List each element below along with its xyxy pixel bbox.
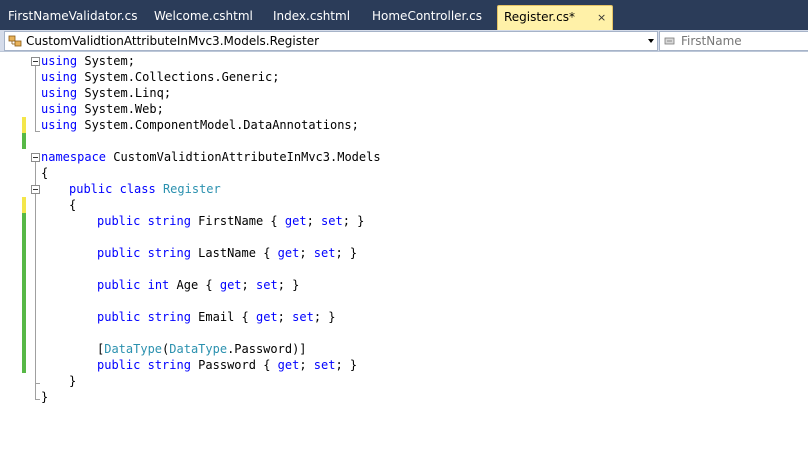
outline-guide bbox=[35, 131, 40, 132]
code-line: { bbox=[69, 198, 77, 212]
collapse-icon[interactable] bbox=[31, 185, 40, 194]
member-selector-value: FirstName bbox=[681, 34, 742, 48]
tab-register[interactable]: Register.cs* × bbox=[497, 5, 614, 30]
tab-label: Register.cs* bbox=[504, 10, 575, 24]
code-line: [DataType(DataType.Password)] bbox=[97, 342, 307, 356]
code-line: using System.ComponentModel.DataAnnotati… bbox=[41, 118, 359, 132]
code-line: using System; bbox=[41, 54, 135, 68]
close-icon[interactable]: × bbox=[597, 11, 606, 24]
code-line: public string LastName { get; set; } bbox=[97, 246, 358, 260]
outline-guide bbox=[35, 65, 36, 131]
tab-index[interactable]: Index.cshtml bbox=[267, 5, 356, 28]
code-line: { bbox=[41, 166, 49, 180]
type-selector-value: CustomValidtionAttributeInMvc3.Models.Re… bbox=[26, 34, 320, 48]
code-line: public string FirstName { get; set; } bbox=[97, 214, 365, 228]
collapse-icon[interactable] bbox=[31, 153, 40, 162]
collapse-icon[interactable] bbox=[31, 57, 40, 66]
member-selector-dropdown[interactable]: FirstName bbox=[659, 31, 808, 51]
outline-guide bbox=[35, 161, 36, 399]
code-line: public int Age { get; set; } bbox=[97, 278, 300, 292]
code-line: using System.Web; bbox=[41, 102, 164, 116]
navigation-bar: CustomValidtionAttributeInMvc3.Models.Re… bbox=[0, 30, 808, 52]
tab-homecontroller[interactable]: HomeController.cs bbox=[366, 5, 488, 28]
outline-guide bbox=[35, 383, 40, 384]
chevron-down-icon bbox=[648, 39, 654, 43]
code-line: } bbox=[69, 374, 77, 388]
code-line: public string Password { get; set; } bbox=[97, 358, 358, 372]
tab-label: FirstNameValidator.cs bbox=[8, 9, 138, 23]
tab-label: HomeController.cs bbox=[372, 9, 483, 23]
code-line: using System.Linq; bbox=[41, 86, 172, 100]
type-selector-dropdown[interactable]: CustomValidtionAttributeInMvc3.Models.Re… bbox=[4, 31, 658, 51]
tab-label: Index.cshtml bbox=[273, 9, 351, 23]
code-line: public string Email { get; set; } bbox=[97, 310, 336, 324]
code-editor[interactable]: using System; using System.Collections.G… bbox=[0, 53, 808, 462]
change-marker-unsaved bbox=[22, 197, 26, 213]
tab-firstnamevalidator[interactable]: FirstNameValidator.cs bbox=[2, 5, 143, 28]
class-icon bbox=[8, 35, 22, 47]
change-marker-saved bbox=[22, 213, 26, 373]
code-line: namespace CustomValidtionAttributeInMvc3… bbox=[41, 150, 381, 164]
code-line: using System.Collections.Generic; bbox=[41, 70, 280, 84]
tab-welcome[interactable]: Welcome.cshtml bbox=[148, 5, 259, 28]
change-marker-saved bbox=[22, 133, 26, 149]
outline-guide bbox=[35, 399, 40, 400]
code-line: public class Register bbox=[69, 182, 221, 196]
change-marker-unsaved bbox=[22, 117, 26, 133]
document-tab-strip: FirstNameValidator.cs Welcome.cshtml Ind… bbox=[0, 0, 808, 30]
tab-label: Welcome.cshtml bbox=[154, 9, 253, 23]
code-line: } bbox=[41, 390, 49, 404]
property-icon bbox=[664, 37, 675, 45]
code-text[interactable]: using System; using System.Collections.G… bbox=[41, 53, 381, 462]
